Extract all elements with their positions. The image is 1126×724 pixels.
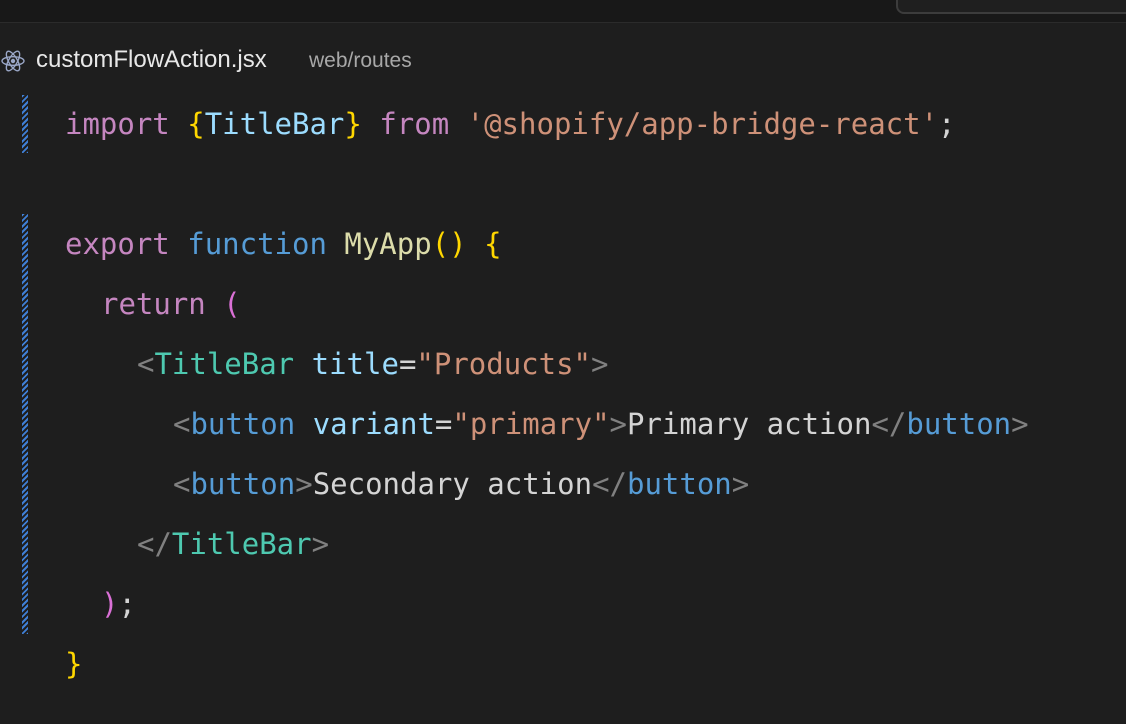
token-keyword: return <box>101 287 206 321</box>
token-brace: } <box>65 647 83 681</box>
token-punctuation: ; <box>938 107 956 141</box>
token-keyword: from <box>379 107 450 141</box>
gutter-change-indicator[interactable] <box>22 95 28 153</box>
token-component-tag: TitleBar <box>171 527 312 561</box>
token-brace: { <box>484 227 502 261</box>
code-line-3: export function MyApp() { <box>65 224 502 264</box>
token-string: '@shopify/app-bridge-react' <box>466 107 939 141</box>
token-punctuation: < <box>173 467 191 501</box>
token-identifier: TitleBar <box>204 107 345 141</box>
gutter-change-indicator[interactable] <box>22 214 28 634</box>
token-component-tag: TitleBar <box>154 347 295 381</box>
token-keyword: function <box>187 227 327 261</box>
code-line-4: return ( <box>101 284 241 324</box>
code-line-8: </TitleBar> <box>137 524 329 564</box>
code-line-6: <button variant="primary">Primary action… <box>173 404 1029 444</box>
token-punctuation: > <box>311 527 330 561</box>
editor-top-bar <box>0 0 1126 23</box>
token-paren: () <box>431 227 467 261</box>
token-html-tag: button <box>906 407 1012 441</box>
token-attribute: variant <box>312 407 435 441</box>
token-keyword: export <box>65 227 170 261</box>
token-punctuation: < <box>137 347 155 381</box>
token-punctuation: > <box>295 467 313 501</box>
token-punctuation: </ <box>871 407 907 441</box>
token-punctuation: > <box>591 347 609 381</box>
token-brace: { <box>187 107 205 141</box>
token-jsx-text: Primary action <box>627 407 872 441</box>
top-panel-frame <box>896 0 1126 14</box>
token-keyword: import <box>65 107 170 141</box>
token-attribute: title <box>311 347 399 381</box>
token-paren: ) <box>101 587 119 621</box>
token-html-tag: button <box>626 467 732 501</box>
file-name: customFlowAction.jsx <box>36 46 267 73</box>
token-punctuation: < <box>173 407 191 441</box>
token-punctuation: ; <box>118 587 136 621</box>
file-path: web/routes <box>309 49 412 72</box>
token-punctuation: </ <box>592 467 627 501</box>
token-jsx-text: Secondary action <box>312 467 593 501</box>
code-line-7: <button>Secondary action</button> <box>173 464 749 504</box>
code-line-10: } <box>65 644 82 684</box>
token-html-tag: button <box>190 467 296 501</box>
code-line-1: import {TitleBar} from '@shopify/app-bri… <box>65 104 956 144</box>
token-string: "primary" <box>452 407 610 441</box>
token-punctuation: = <box>398 347 417 381</box>
token-punctuation: = <box>434 407 453 441</box>
token-punctuation: > <box>609 407 627 441</box>
token-punctuation: > <box>731 467 750 501</box>
token-string: "Products" <box>416 347 592 381</box>
token-html-tag: button <box>190 407 296 441</box>
token-function-name: MyApp <box>344 227 432 261</box>
react-icon <box>1 50 25 72</box>
code-line-5: <TitleBar title="Products"> <box>137 344 608 384</box>
token-paren: ( <box>223 287 241 321</box>
token-brace: } <box>344 107 362 141</box>
code-line-9: ); <box>101 584 136 624</box>
token-punctuation: </ <box>137 527 172 561</box>
token-punctuation: > <box>1011 407 1029 441</box>
